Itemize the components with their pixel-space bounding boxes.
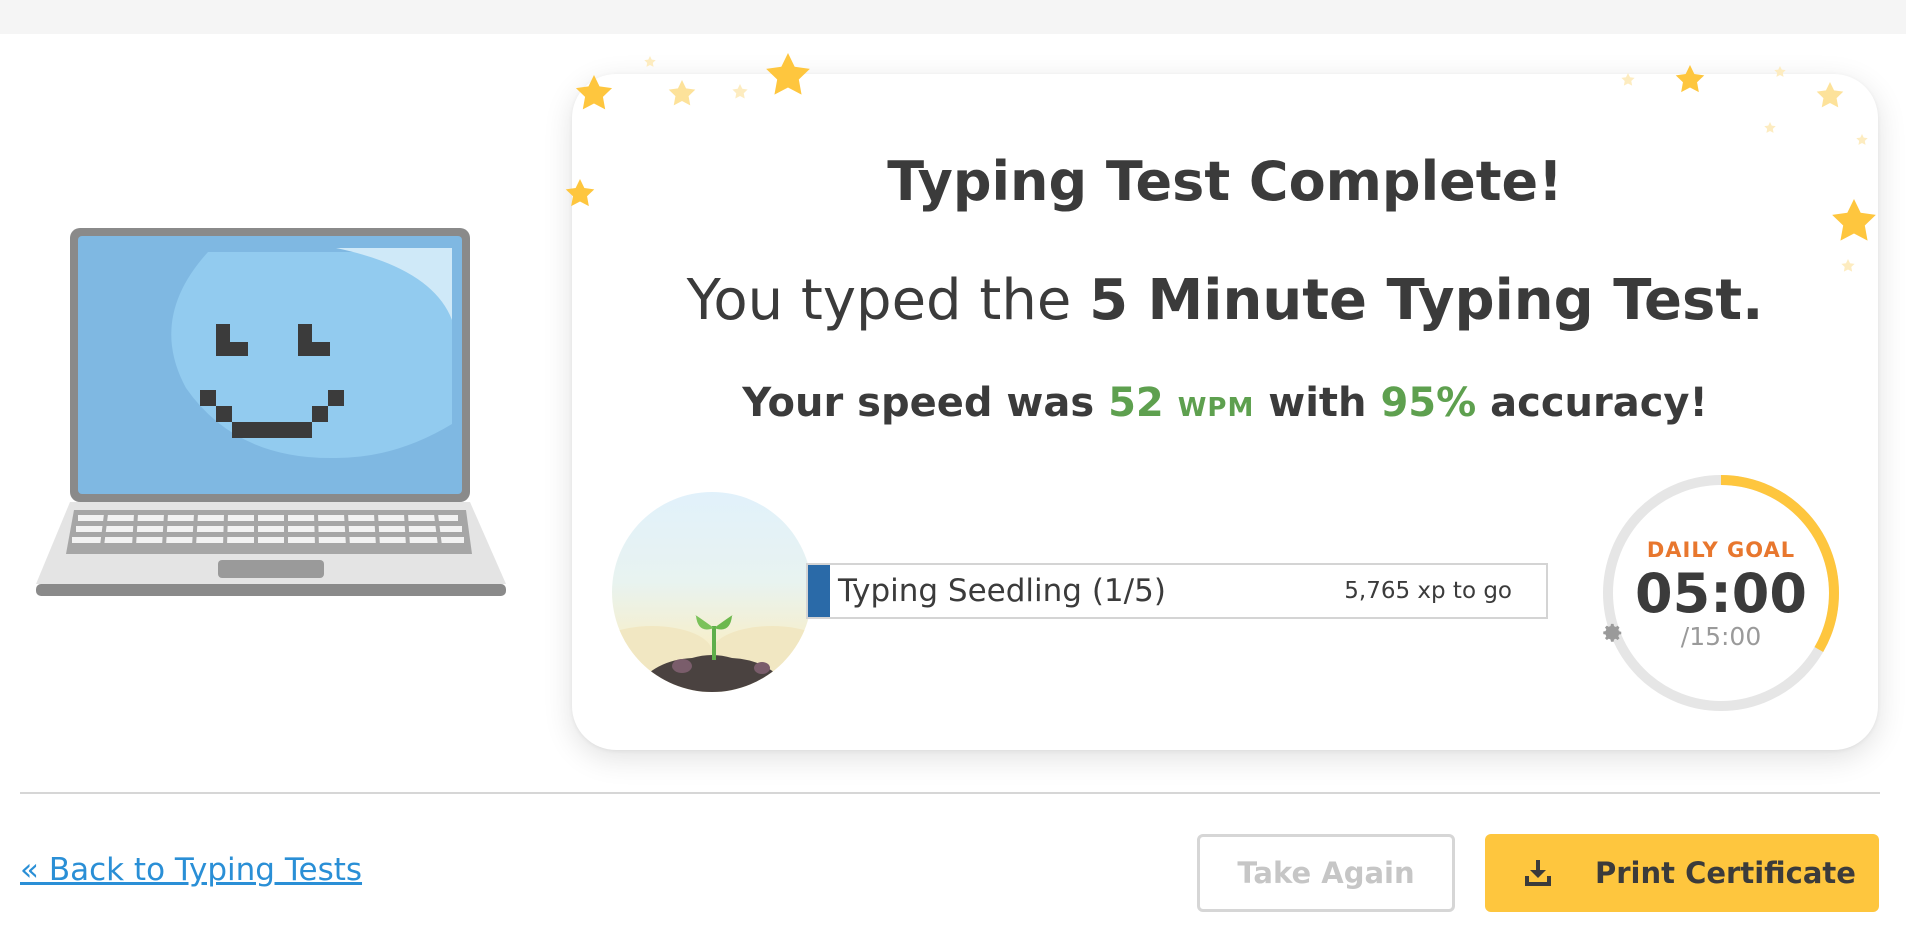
footer-divider: [20, 792, 1880, 794]
daily-goal: DAILY GOAL 05:00 /15:00: [1598, 470, 1844, 716]
speed-summary: Your speed was 52 WPM with 95% accuracy!: [572, 380, 1878, 426]
test-summary: You typed the 5 Minute Typing Test.: [572, 268, 1878, 333]
speed-prefix: Your speed was: [742, 380, 1109, 426]
daily-goal-total-row: /15:00: [1598, 622, 1844, 651]
speed-suffix: accuracy!: [1476, 380, 1708, 426]
wpm-unit: WPM: [1177, 393, 1255, 423]
gear-icon[interactable]: [1602, 622, 1624, 644]
download-icon: [1525, 860, 1551, 886]
take-again-button[interactable]: Take Again: [1197, 834, 1455, 912]
level-progress-fill: [808, 565, 831, 617]
daily-goal-time: 05:00: [1635, 562, 1807, 625]
level-progress-bar: Typing Seedling (1/5) 5,765 xp to go: [806, 563, 1548, 619]
seedling-avatar-icon: [612, 492, 812, 692]
test-summary-prefix: You typed the: [686, 268, 1090, 333]
test-name: 5 Minute Typing Test.: [1089, 268, 1764, 333]
print-certificate-button[interactable]: Print Certificate: [1485, 834, 1879, 912]
top-bar: [0, 0, 1906, 34]
daily-goal-label: DAILY GOAL: [1646, 538, 1796, 562]
back-to-typing-tests-link[interactable]: « Back to Typing Tests: [20, 852, 362, 888]
accuracy-value: 95%: [1380, 380, 1477, 426]
xp-remaining: 5,765 xp to go: [1344, 578, 1512, 604]
level-name: Typing Seedling (1/5): [838, 573, 1166, 609]
print-certificate-label: Print Certificate: [1595, 856, 1856, 890]
speed-mid: with: [1254, 380, 1381, 426]
daily-goal-total: /15:00: [1680, 622, 1762, 651]
laptop-mascot-icon: [36, 228, 506, 596]
result-title: Typing Test Complete!: [887, 150, 1563, 213]
wpm-value: 52: [1108, 380, 1164, 426]
